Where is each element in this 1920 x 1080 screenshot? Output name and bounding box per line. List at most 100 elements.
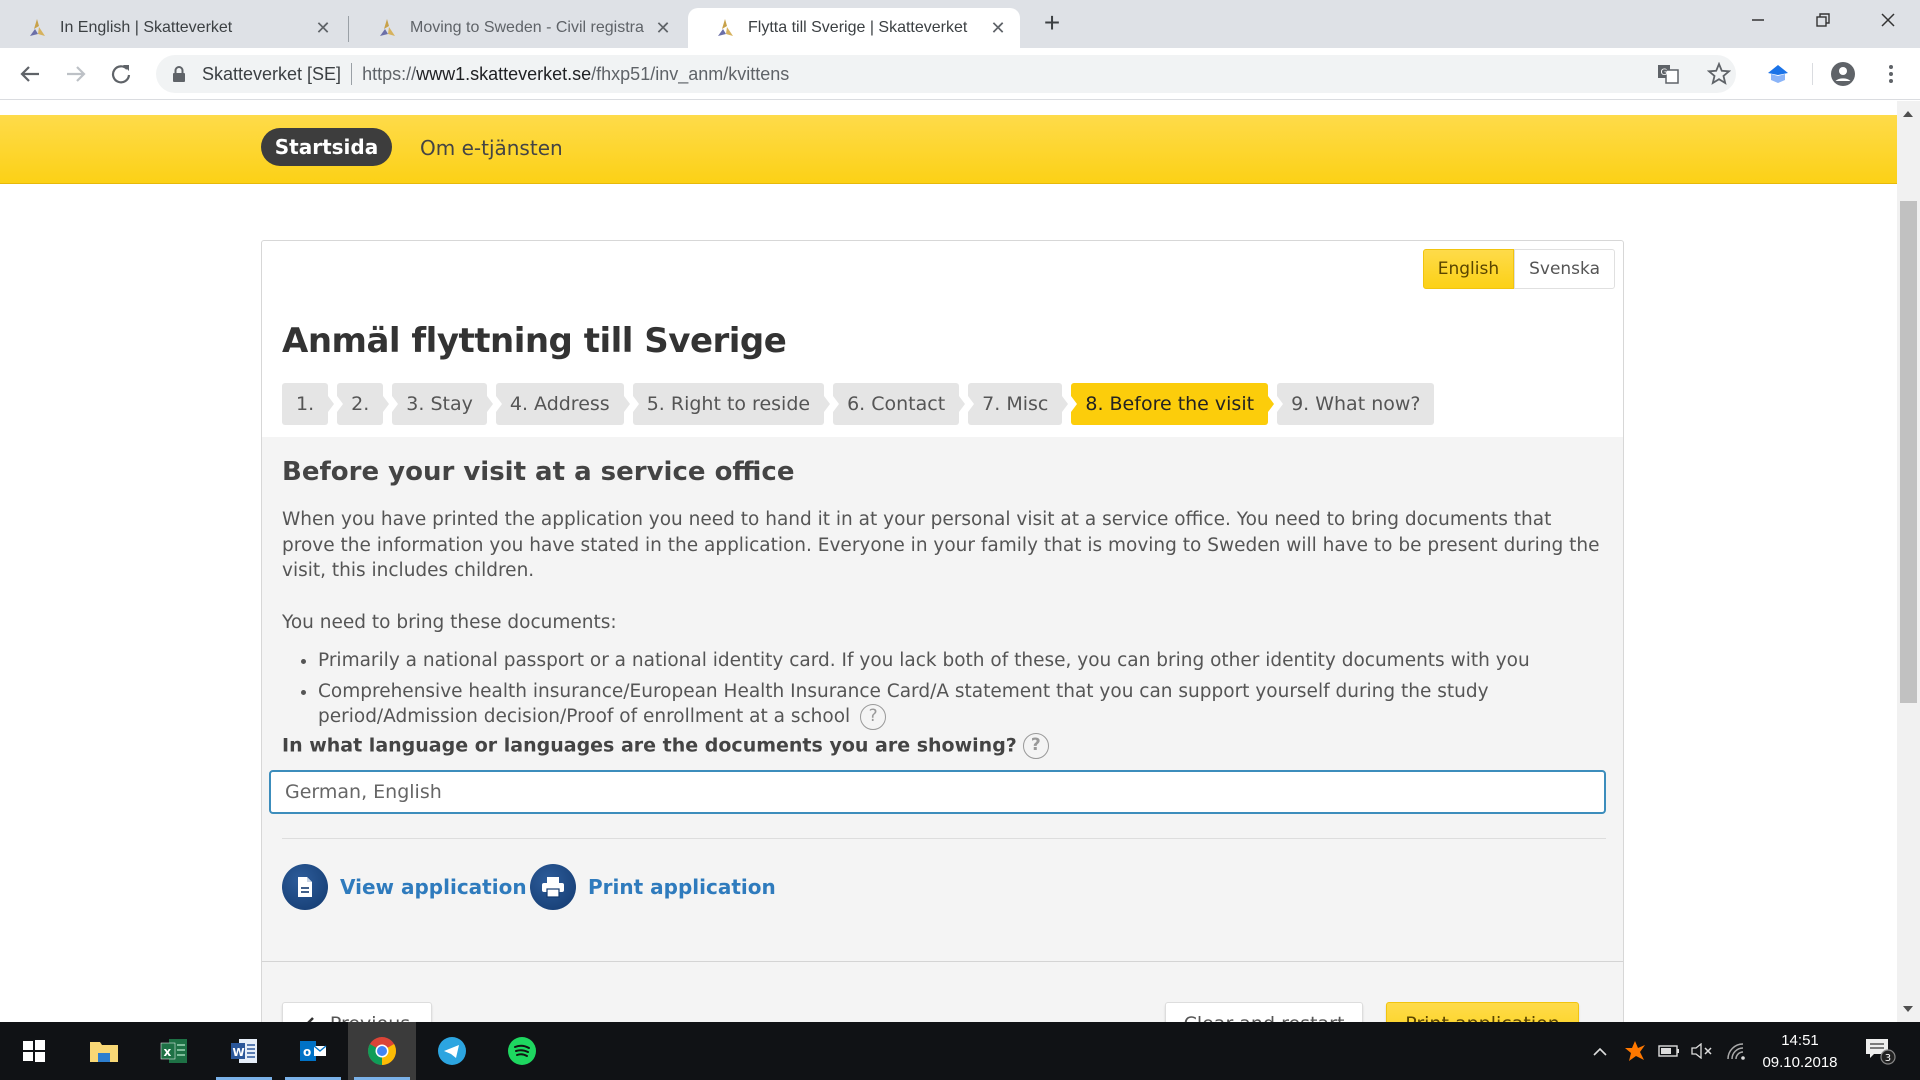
page-scrollbar[interactable] (1897, 101, 1920, 1022)
arrow-right-icon (67, 66, 86, 82)
start-button[interactable] (0, 1022, 68, 1080)
language-english-button[interactable]: English (1422, 249, 1515, 289)
document-text: Primarily a national passport or a natio… (318, 650, 1530, 671)
step-content: Before your visit at a service office Wh… (262, 437, 1623, 1022)
site-identity: Skatteverket [SE] (202, 63, 342, 84)
spotify-taskbar-button[interactable] (488, 1022, 556, 1080)
skatteverket-favicon-icon (26, 17, 48, 39)
step-2[interactable]: 2. (337, 383, 390, 425)
battery-icon (1658, 1045, 1679, 1057)
step-5-right-to-reside[interactable]: 5. Right to reside (632, 383, 831, 425)
telegram-icon (438, 1037, 466, 1065)
forward-button[interactable] (61, 59, 91, 89)
browser-tab[interactable]: In English | Skatteverket ✕ (0, 8, 345, 48)
wifi-icon (1727, 1043, 1745, 1060)
minimize-icon (1752, 19, 1764, 21)
url-domain: www1.skatteverket.se (416, 63, 592, 84)
profile-button[interactable] (1830, 61, 1856, 87)
tab-close-icon[interactable]: ✕ (653, 18, 673, 38)
reload-button[interactable] (106, 59, 136, 89)
svg-text:W: W (233, 1046, 245, 1059)
notification-count: 3 (1885, 1053, 1891, 1064)
action-center-button[interactable]: 3 (1860, 1022, 1900, 1080)
address-bar[interactable]: Skatteverket [SE] https://www1.skattever… (156, 55, 1736, 93)
tab-close-icon[interactable]: ✕ (988, 18, 1008, 38)
document-text: Comprehensive health insurance/European … (318, 680, 1489, 728)
tab-close-icon[interactable]: ✕ (313, 18, 333, 38)
minimize-button[interactable] (1728, 0, 1788, 40)
volume-tray-button[interactable] (1688, 1022, 1716, 1080)
battery-tray-button[interactable] (1655, 1022, 1683, 1080)
browser-toolbar: Skatteverket [SE] https://www1.skattever… (0, 48, 1920, 100)
clear-and-restart-button[interactable]: Clear and restart (1165, 1002, 1363, 1022)
volume-muted-icon (1691, 1043, 1712, 1059)
scroll-up-arrow-icon[interactable] (1903, 111, 1913, 117)
step-4-address[interactable]: 4. Address (495, 383, 630, 425)
account-circle-icon (1831, 62, 1855, 86)
view-application-label: View application (340, 875, 527, 899)
about-service-link[interactable]: Om e-tjänsten (420, 136, 563, 160)
translate-button[interactable]: G (1655, 61, 1681, 87)
home-button[interactable]: Startsida (261, 128, 392, 166)
back-button[interactable] (15, 59, 45, 89)
help-icon[interactable]: ? (1022, 733, 1049, 759)
arrow-left-icon (20, 66, 39, 82)
scrollbar-thumb[interactable] (1900, 201, 1917, 703)
outlook-taskbar-button[interactable]: o (279, 1022, 347, 1080)
step-3-stay[interactable]: 3. Stay (392, 383, 493, 425)
print-application-button[interactable]: Print application (1386, 1002, 1579, 1022)
documents-list: Primarily a national passport or a natio… (318, 648, 1608, 735)
tab-title: Flytta till Sverige | Skatteverket (748, 19, 968, 36)
reload-icon (111, 65, 131, 84)
file-explorer-taskbar-button[interactable] (70, 1022, 138, 1080)
chrome-icon (368, 1037, 396, 1065)
avast-icon (1625, 1041, 1645, 1061)
print-application-link[interactable]: Print application (530, 864, 776, 910)
browser-tab[interactable]: Moving to Sweden - Civil registra ✕ (350, 8, 685, 48)
windows-logo-icon (23, 1040, 45, 1062)
chevron-up-icon (1593, 1047, 1607, 1056)
url-text[interactable]: https://www1.skatteverket.se/fhxp51/inv_… (362, 64, 789, 85)
show-hidden-icons-button[interactable] (1586, 1022, 1614, 1080)
step-6-contact[interactable]: 6. Contact (833, 383, 966, 425)
previous-button[interactable]: Previous (282, 1002, 432, 1022)
spotify-icon (508, 1037, 536, 1065)
menu-button[interactable] (1878, 61, 1904, 87)
star-icon (1707, 62, 1731, 85)
window-close-button[interactable] (1858, 0, 1918, 40)
document-languages-input[interactable] (269, 770, 1606, 814)
page-title: Anmäl flyttning till Sverige (282, 321, 787, 361)
step-1[interactable]: 1. (282, 383, 335, 425)
intro-paragraph: When you have printed the application yo… (282, 509, 1600, 581)
print-application-label: Print application (588, 875, 776, 899)
translate-icon: G (1658, 65, 1679, 84)
new-tab-button[interactable]: + (1038, 9, 1066, 38)
step-9-what-now[interactable]: 9. What now? (1277, 383, 1435, 425)
close-icon (1881, 13, 1895, 27)
divider (282, 838, 1606, 839)
omnibox-separator (351, 63, 353, 85)
language-question-text: In what language or languages are the do… (282, 734, 1017, 757)
telegram-taskbar-button[interactable] (418, 1022, 486, 1080)
network-tray-button[interactable] (1722, 1022, 1750, 1080)
help-icon[interactable]: ? (860, 704, 887, 730)
notifications-icon: 3 (1866, 1039, 1896, 1065)
browser-tab-active[interactable]: Flytta till Sverige | Skatteverket ✕ (688, 8, 1020, 48)
svg-text:G: G (1661, 68, 1668, 78)
system-clock[interactable]: 14:51 09.10.2018 (1755, 1030, 1845, 1074)
bookmark-button[interactable] (1706, 61, 1732, 87)
step-8-before-the-visit[interactable]: 8. Before the visit (1071, 383, 1274, 425)
step-7-misc[interactable]: 7. Misc (968, 383, 1069, 425)
windows-taskbar: x W o 14:51 09.10.2018 3 (0, 1022, 1920, 1080)
clock-date: 09.10.2018 (1762, 1054, 1838, 1071)
word-taskbar-button[interactable]: W (210, 1022, 278, 1080)
scroll-down-arrow-icon[interactable] (1903, 1006, 1913, 1012)
avast-tray-button[interactable] (1620, 1022, 1650, 1080)
chrome-taskbar-button[interactable] (348, 1022, 416, 1080)
language-swedish-button[interactable]: Svenska (1514, 249, 1615, 289)
extension-button[interactable] (1765, 61, 1791, 87)
view-application-link[interactable]: View application (282, 864, 527, 910)
footer-divider (262, 961, 1623, 962)
restore-button[interactable] (1793, 0, 1853, 40)
excel-taskbar-button[interactable]: x (140, 1022, 208, 1080)
